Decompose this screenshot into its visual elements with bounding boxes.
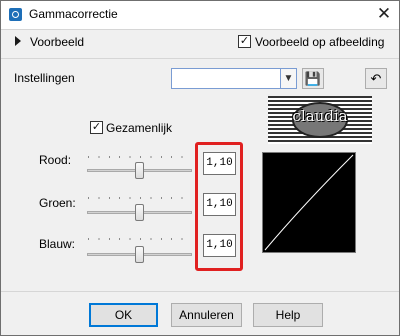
ok-button[interactable]: OK: [89, 303, 158, 327]
title-bar: Gammacorrectie ✕: [1, 1, 399, 29]
title-divider: [1, 29, 399, 30]
watermark-stamp: claudia: [268, 96, 372, 144]
blue-label: Blauw:: [39, 237, 76, 251]
gamma-curve-line: [264, 154, 354, 251]
footer-divider: [1, 291, 399, 292]
close-button[interactable]: ✕: [373, 4, 395, 24]
preview-expand-icon[interactable]: [15, 36, 21, 46]
preview-on-image-label: Voorbeeld op afbeelding: [255, 35, 385, 49]
red-label: Rood:: [39, 153, 72, 167]
floppy-disk-icon: 💾: [304, 71, 322, 86]
blue-slider-ticks: [88, 238, 192, 240]
gamma-app-icon: [9, 8, 22, 21]
green-label: Groen:: [39, 196, 76, 210]
reset-icon: ↶: [370, 71, 382, 86]
preset-combobox[interactable]: ▼: [171, 68, 297, 89]
gamma-curve-preview: [262, 152, 356, 253]
green-slider-thumb[interactable]: [135, 204, 144, 221]
save-preset-button[interactable]: 💾: [302, 68, 324, 89]
preview-on-image-checkbox[interactable]: ✓: [238, 35, 251, 48]
red-slider-ticks: [88, 156, 192, 158]
preview-label[interactable]: Voorbeeld: [30, 35, 84, 49]
linked-checkbox[interactable]: ✓: [90, 121, 103, 134]
chevron-down-icon[interactable]: ▼: [280, 69, 296, 88]
gamma-curve-svg: [264, 154, 354, 251]
gamma-dialog: Gammacorrectie ✕ Voorbeeld ✓ Voorbeeld o…: [0, 0, 400, 336]
green-slider-ticks: [88, 197, 192, 199]
blue-slider-thumb[interactable]: [135, 246, 144, 263]
cancel-button[interactable]: Annuleren: [171, 303, 242, 327]
reset-button[interactable]: ↶: [365, 68, 387, 89]
preview-divider: [1, 58, 399, 59]
stamp-text: claudia: [292, 107, 348, 125]
help-button[interactable]: Help: [253, 303, 323, 327]
dialog-title: Gammacorrectie: [29, 7, 118, 21]
highlight-annotation: [195, 142, 243, 271]
settings-label: Instellingen: [14, 71, 75, 85]
linked-label: Gezamenlijk: [106, 121, 173, 135]
red-slider-thumb[interactable]: [135, 162, 144, 179]
